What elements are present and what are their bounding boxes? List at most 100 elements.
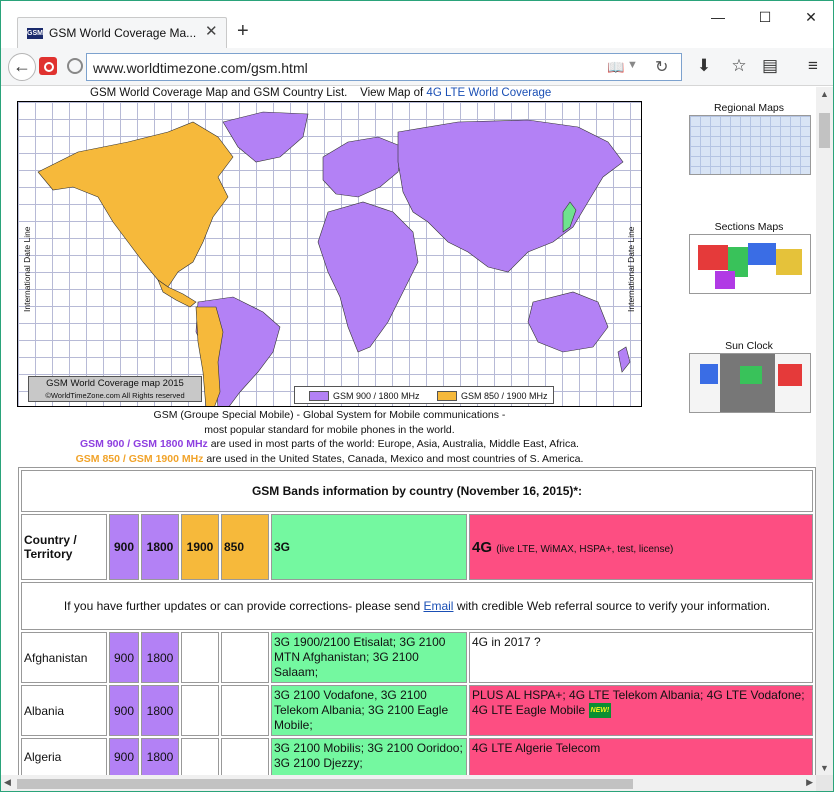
map-copyright: ©WorldTimeZone.com All Rights reserved: [45, 391, 185, 400]
gsm-favicon-icon: GSM: [27, 28, 43, 39]
maximize-button[interactable]: ☐: [753, 7, 777, 27]
band-900-cell: 900: [109, 685, 139, 736]
gsm-900-text: are used in most parts of the world: Eur…: [207, 438, 579, 450]
scroll-up-arrow-icon[interactable]: ▲: [816, 89, 833, 99]
sections-maps-thumbnail[interactable]: [689, 234, 811, 294]
tab-title: GSM World Coverage Ma...: [49, 26, 197, 40]
band-1800-cell: 1800: [141, 632, 179, 683]
page-header-text: GSM World Coverage Map and GSM Country L…: [90, 87, 551, 99]
gsm-term: GSM (Groupe Special Mobile): [153, 409, 294, 421]
url-text: www.worldtimezone.com/gsm.html: [93, 60, 308, 76]
history-dropdown-icon[interactable]: ▼: [627, 59, 638, 71]
reader-view-icon[interactable]: 📖: [607, 59, 624, 76]
band-1900-cell: [181, 738, 219, 775]
sun-clock-label: Sun Clock: [725, 340, 773, 352]
header-country: Country / Territory: [21, 514, 107, 580]
screenshot-camera-icon[interactable]: [39, 57, 57, 75]
band-900-cell: 900: [109, 632, 139, 683]
country-name: Afghanistan: [21, 632, 107, 683]
australia-region: [527, 291, 609, 353]
update-notice: If you have further updates or can provi…: [21, 582, 813, 630]
gsm-description-line2: most popular standard for mobile phones …: [204, 424, 455, 436]
navigation-bar: ← www.worldtimezone.com/gsm.html 📖 ▼ ↻ ⬇…: [1, 48, 833, 86]
sections-map-preview: [698, 243, 802, 289]
page-title: GSM World Coverage Map and GSM Country L…: [90, 87, 348, 99]
band-850-cell: [221, 685, 269, 736]
vertical-scroll-thumb[interactable]: [819, 113, 830, 148]
sun-clock-thumbnail[interactable]: [689, 353, 811, 413]
table-row: Albania 900 1800 3G 2100 Vodafone, 3G 21…: [21, 685, 813, 736]
gsm-850-term: GSM 850 / GSM 1900 MHz: [75, 453, 204, 465]
map-legend: GSM 900 / 1800 MHz GSM 850 / 1900 MHz: [294, 386, 554, 404]
new-zealand-region: [617, 346, 631, 373]
europe-region: [322, 136, 404, 198]
header-4g-label: 4G: [472, 538, 493, 556]
intl-date-line-left: International Date Line: [22, 226, 32, 312]
scroll-left-arrow-icon[interactable]: ◀: [4, 777, 11, 788]
legend-swatch-850: [437, 391, 457, 401]
legend-swatch-900: [309, 391, 329, 401]
4g-cell: 4G LTE Algerie Telecom: [469, 738, 813, 775]
gsm-description-line1: GSM (Groupe Special Mobile) - Global Sys…: [17, 409, 642, 421]
page-content: GSM World Coverage Map and GSM Country L…: [1, 87, 816, 775]
gsm-850-description: GSM 850 / GSM 1900 MHz are used in the U…: [17, 453, 642, 465]
back-button[interactable]: ←: [8, 53, 36, 81]
vertical-scrollbar[interactable]: ▲ ▼: [816, 87, 833, 775]
address-bar[interactable]: www.worldtimezone.com/gsm.html 📖 ▼ ↻: [86, 53, 682, 81]
email-link[interactable]: Email: [423, 599, 453, 613]
new-tab-button[interactable]: +: [237, 21, 249, 41]
minimize-button[interactable]: —: [706, 7, 730, 27]
scrollbar-corner: [816, 775, 833, 791]
menu-icon[interactable]: ≡: [802, 56, 824, 76]
map-caption-title: GSM World Coverage map 2015: [46, 378, 184, 389]
horizontal-scrollbar[interactable]: ◀ ▶: [1, 775, 816, 791]
download-icon[interactable]: ⬇: [693, 56, 715, 76]
bookmark-star-icon[interactable]: ☆: [728, 56, 750, 76]
horizontal-scroll-thumb[interactable]: [17, 779, 633, 789]
regional-maps-thumbnail[interactable]: [689, 115, 811, 175]
4g-cell: 4G in 2017 ?: [469, 632, 813, 683]
header-1900: 1900: [181, 514, 219, 580]
reload-icon[interactable]: ↻: [655, 57, 668, 77]
gsm-850-text: are used in the United States, Canada, M…: [203, 453, 584, 465]
4g-text: PLUS AL HSPA+; 4G LTE Telekom Albania; 4…: [472, 688, 805, 717]
country-name: Albania: [21, 685, 107, 736]
4g-cell: PLUS AL HSPA+; 4G LTE Telekom Albania; 4…: [469, 685, 813, 736]
header-4g-note: (live LTE, WiMAX, HSPA+, test, license): [496, 543, 674, 555]
scroll-down-arrow-icon[interactable]: ▼: [816, 763, 833, 773]
notice-text-start: If you have further updates or can provi…: [63, 599, 424, 613]
intl-date-line-right: International Date Line: [626, 226, 636, 312]
scroll-right-arrow-icon[interactable]: ▶: [806, 777, 813, 788]
band-1800-cell: 1800: [141, 685, 179, 736]
header-3g: 3G: [271, 514, 467, 580]
3g-cell: 3G 1900/2100 Etisalat; 3G 2100 MTN Afgha…: [271, 632, 467, 683]
legend-900-label: GSM 900 / 1800 MHz: [333, 391, 420, 401]
browser-window: GSM GSM World Coverage Ma... ✕ + — ☐ ✕ ←…: [0, 0, 834, 792]
title-bar: GSM GSM World Coverage Ma... ✕ + — ☐ ✕: [1, 1, 833, 48]
new-badge: NEW!: [588, 703, 612, 718]
site-info-icon[interactable]: [67, 58, 83, 74]
close-tab-icon[interactable]: ✕: [205, 24, 218, 40]
legend-850-label: GSM 850 / 1900 MHz: [461, 391, 548, 401]
lte-coverage-link[interactable]: 4G LTE World Coverage: [426, 87, 551, 99]
north-america-region: [37, 121, 234, 288]
browser-tab[interactable]: GSM GSM World Coverage Ma... ✕: [17, 17, 227, 48]
central-america-region: [157, 279, 197, 308]
header-4g: 4G (live LTE, WiMAX, HSPA+, test, licens…: [469, 514, 813, 580]
regional-maps-label: Regional Maps: [713, 102, 785, 114]
reading-list-icon[interactable]: ▤: [759, 56, 781, 76]
table-row: Algeria 900 1800 3G 2100 Mobilis; 3G 210…: [21, 738, 813, 775]
band-850-cell: [221, 632, 269, 683]
gsm-world-coverage-map[interactable]: International Date Line International Da…: [17, 101, 642, 407]
map-caption: GSM World Coverage map 2015 ©WorldTimeZo…: [28, 376, 202, 402]
band-850-cell: [221, 738, 269, 775]
table-row: Afghanistan 900 1800 3G 1900/2100 Etisal…: [21, 632, 813, 683]
greenland-region: [222, 111, 309, 163]
country-name: Algeria: [21, 738, 107, 775]
close-window-button[interactable]: ✕: [799, 7, 823, 27]
gsm-definition: - Global System for Mobile communication…: [293, 409, 506, 421]
header-850: 850: [221, 514, 269, 580]
3g-cell: 3G 2100 Vodafone, 3G 2100 Telekom Albani…: [271, 685, 467, 736]
header-900: 900: [109, 514, 139, 580]
3g-cell: 3G 2100 Mobilis; 3G 2100 Ooridoo; 3G 210…: [271, 738, 467, 775]
